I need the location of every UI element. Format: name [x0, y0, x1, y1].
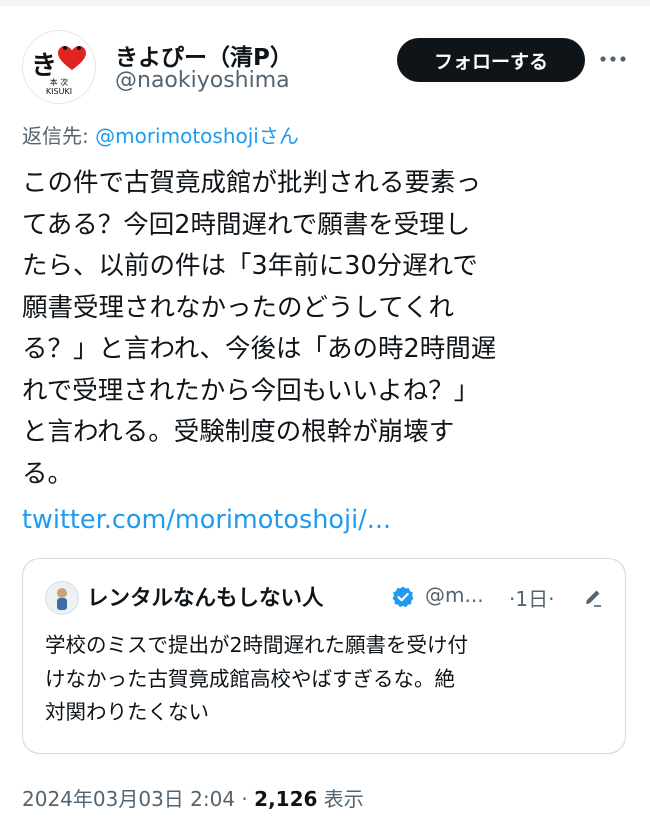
meta-separator: ·	[235, 787, 255, 811]
more-icon[interactable]	[598, 44, 628, 74]
verified-badge-icon	[392, 586, 414, 608]
reply-to-prefix: 返信先:	[22, 124, 89, 148]
tweet-meta: 2024年03月03日 2:04 · 2,126 表示	[22, 783, 364, 812]
author-handle[interactable]: @naokiyoshima	[115, 68, 290, 93]
tweet-link[interactable]: twitter.com/morimotoshoji/...	[22, 505, 391, 535]
avatar-sub-text-2: KISUKI	[45, 87, 73, 96]
tweet-datetime[interactable]: 2024年03月03日 2:04	[22, 787, 235, 811]
follow-button[interactable]: フォローする	[397, 38, 585, 82]
edited-pencil-icon[interactable]	[583, 587, 603, 607]
heart-icon	[58, 46, 86, 70]
quoted-handle[interactable]: @m...	[425, 583, 484, 607]
author-display-name[interactable]: きよぴー（清P）	[115, 38, 293, 72]
quoted-time[interactable]: ·1日·	[509, 583, 554, 612]
reply-to-mention[interactable]: @morimotoshoji	[95, 124, 259, 148]
person-figure-icon	[57, 588, 67, 610]
reply-to-suffix[interactable]: さん	[259, 124, 299, 148]
views-label: 表示	[317, 787, 364, 811]
author-avatar[interactable]: き 本 次 KISUKI	[22, 30, 96, 104]
reply-to-mention-link[interactable]: @morimotoshojiさん	[95, 124, 299, 148]
quoted-tweet-text: 学校のミスで提出が2時間遅れた願書を受け付 けなかった古賀竟成館高校やばすぎるな…	[45, 633, 469, 724]
reply-to-line: 返信先: @morimotoshojiさん	[22, 120, 299, 149]
quoted-display-name[interactable]: レンタルなんもしない人	[87, 581, 324, 612]
top-strip	[0, 0, 650, 6]
quoted-tweet-card[interactable]: レンタルなんもしない人 @m... ·1日· 学校のミスで提出が2時間遅れた願書…	[22, 558, 626, 754]
tweet-text: この件で古賀竟成館が批判される要素っ てある？今回2時間遅れで願書を受理し たら…	[22, 168, 497, 489]
views-count: 2,126	[254, 787, 318, 811]
quoted-author-avatar[interactable]	[45, 581, 79, 615]
